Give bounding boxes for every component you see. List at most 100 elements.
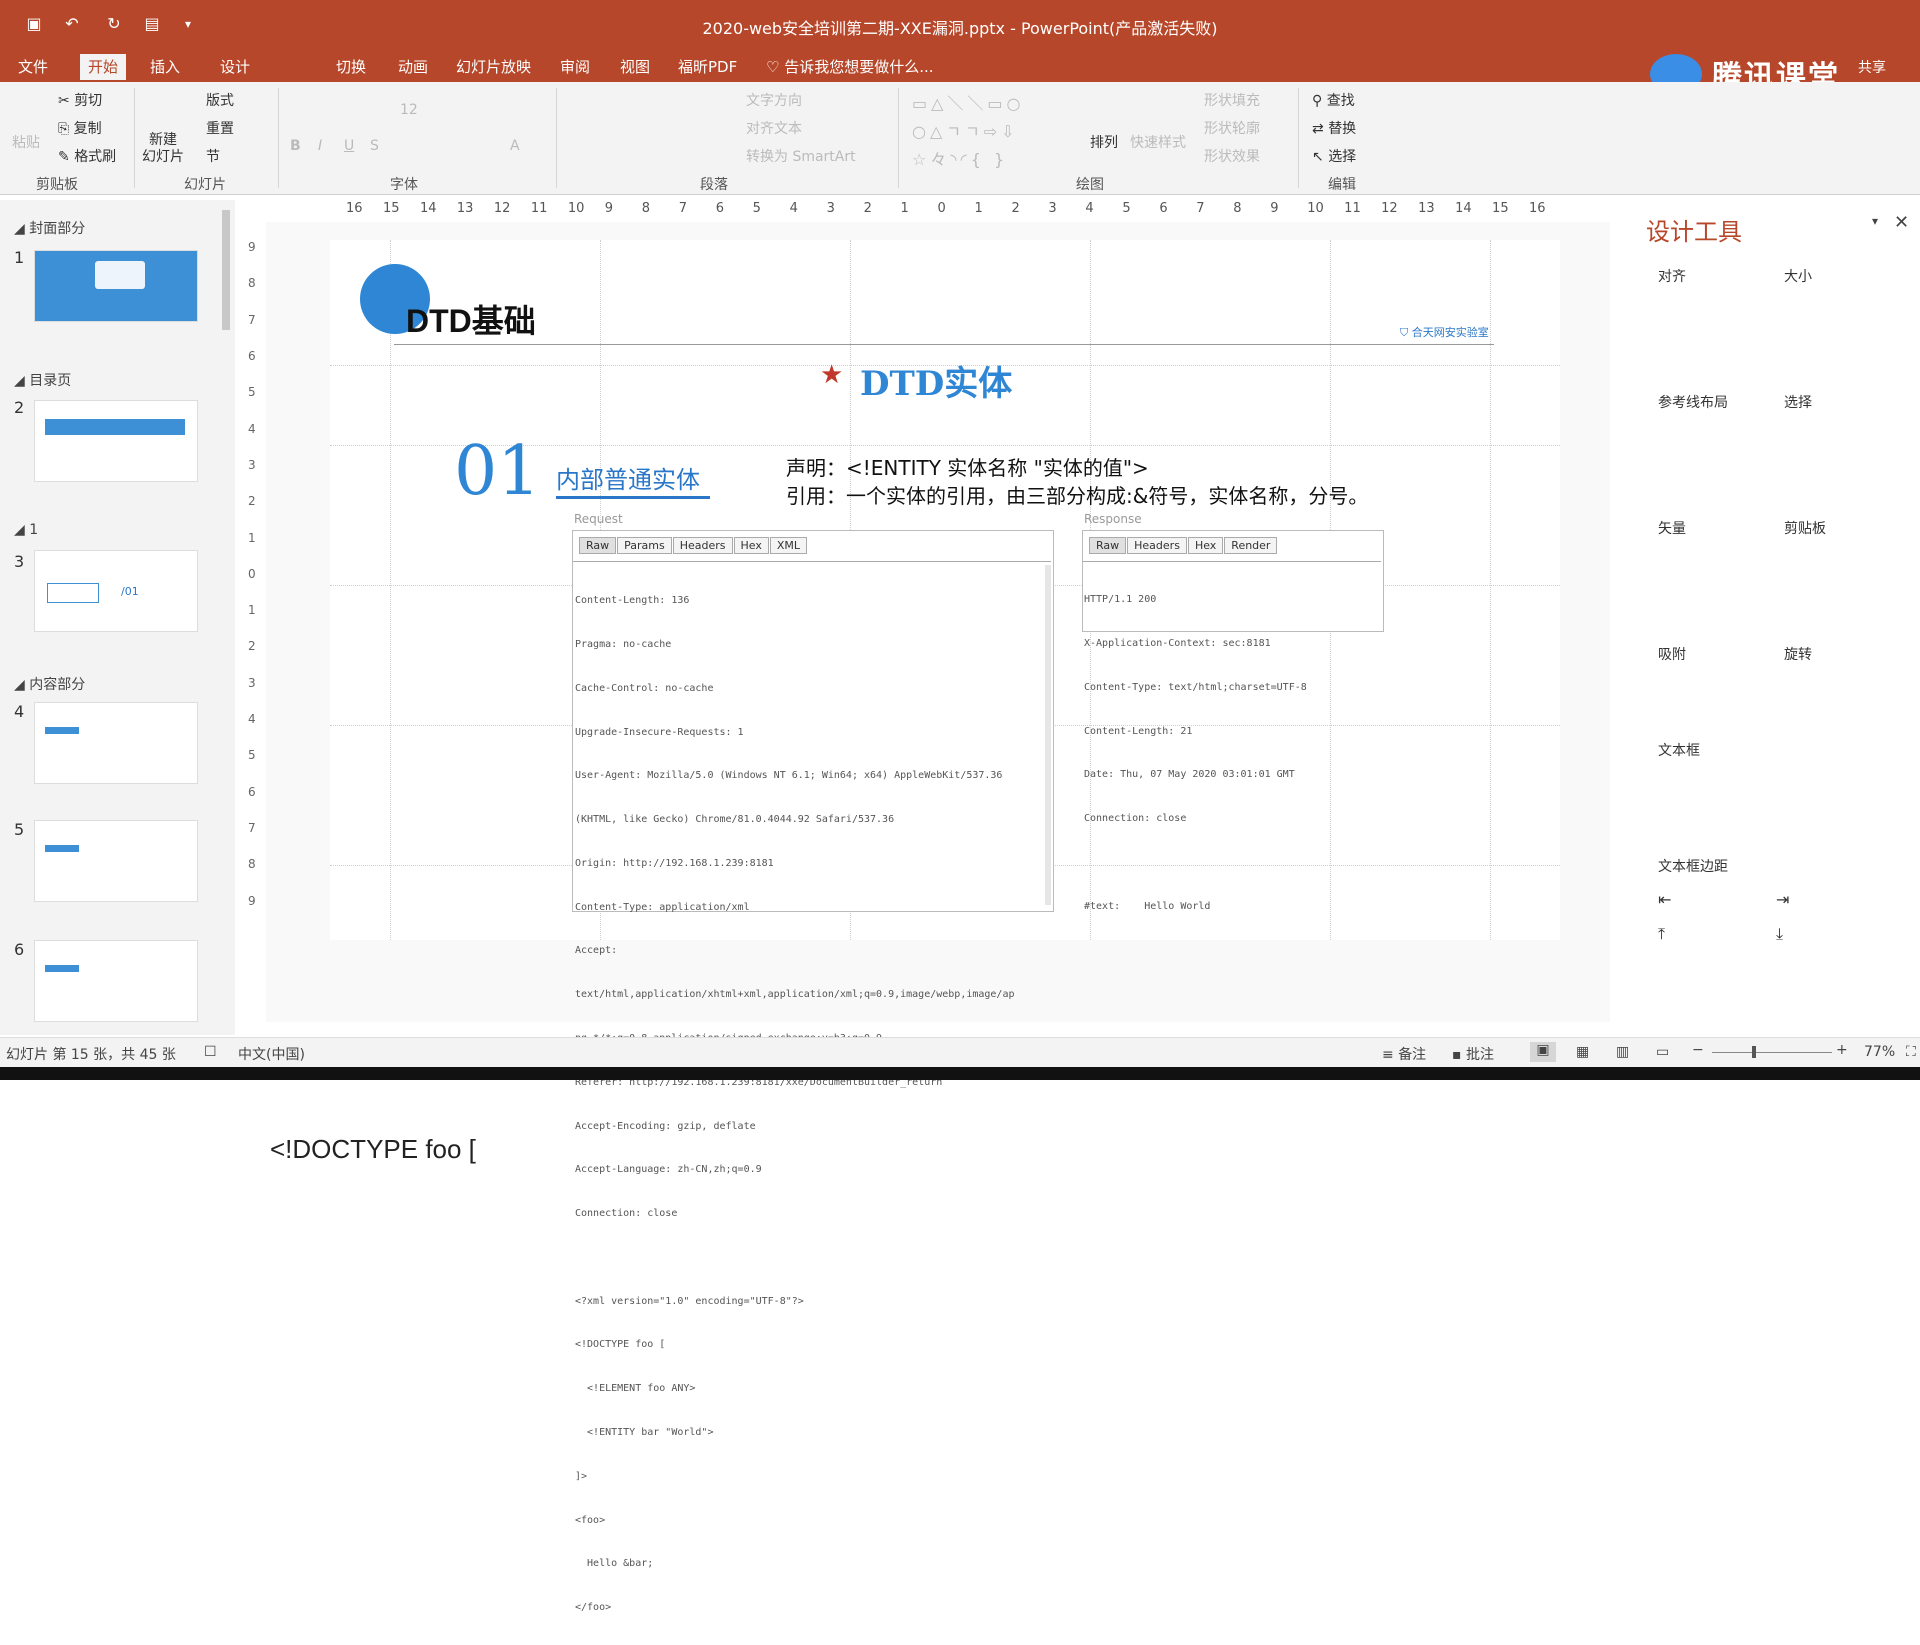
shapes-gallery[interactable]: ▭△＼＼▭○ <box>912 90 1025 114</box>
align-top-edge-icon[interactable]: ⤒ <box>1658 924 1665 944</box>
select-button[interactable]: ↖ 选择 <box>1312 146 1356 166</box>
text-direction-button[interactable]: 文字方向 <box>746 90 802 110</box>
request-tab-hex[interactable]: Hex <box>733 537 769 554</box>
notes-button[interactable]: ≡ 备注 <box>1382 1044 1426 1064</box>
slide-thumbnail-5[interactable] <box>34 820 198 902</box>
zoom-slider-track[interactable] <box>1712 1052 1832 1053</box>
tell-me-search[interactable]: ♡ 告诉我您想要做什么... <box>766 56 934 77</box>
copy-button[interactable]: ⎘ 复制 <box>58 118 102 138</box>
vector-button[interactable]: 矢量 <box>1658 518 1686 538</box>
declaration-text[interactable]: 声明：<!ENTITY 实体名称 "实体的值"> <box>786 452 1149 481</box>
slide-thumbnail-2[interactable] <box>34 400 198 482</box>
fit-slide-icon[interactable]: ⛶ <box>1906 1044 1916 1060</box>
tab-review[interactable]: 审阅 <box>560 56 590 77</box>
slide-thumbnail-6[interactable] <box>34 940 198 1022</box>
comments-button[interactable]: ▪ 批注 <box>1452 1044 1494 1064</box>
close-icon[interactable]: ✕ <box>1894 212 1909 233</box>
thumbnails-scrollbar[interactable] <box>222 210 230 330</box>
shape-fill-button[interactable]: 形状填充 <box>1204 90 1260 110</box>
paste-button[interactable]: 粘贴 <box>12 132 40 152</box>
normal-view-icon[interactable]: ▣ <box>1530 1042 1556 1062</box>
response-tab-raw[interactable]: Raw <box>1089 537 1127 554</box>
reset-button[interactable]: 重置 <box>206 118 234 138</box>
shapes-gallery-row3[interactable]: ☆々◝◜{ } <box>912 146 1008 170</box>
layout-button[interactable]: 版式 <box>206 90 234 110</box>
section-number[interactable]: 01 <box>454 432 541 511</box>
shape-outline-button[interactable]: 形状轮廓 <box>1204 118 1260 138</box>
section-toc[interactable]: ◢ 目录页 <box>14 370 71 390</box>
response-body[interactable]: HTTP/1.1 200 X-Application-Context: sec:… <box>1084 564 1307 943</box>
reference-text[interactable]: 引用：一个实体的引用，由三部分构成:&符号，实体名称，分号。 <box>786 480 1368 509</box>
slideshow-icon[interactable]: ▭ <box>1656 1044 1669 1060</box>
slide-thumbnail-4[interactable] <box>34 702 198 784</box>
tab-design[interactable]: 设计 <box>220 56 250 77</box>
spellcheck-icon[interactable]: ☐ <box>204 1044 217 1060</box>
select-pane-button[interactable]: 选择 <box>1784 392 1812 412</box>
align-left-edge-icon[interactable]: ⇤ <box>1658 890 1671 909</box>
find-button[interactable]: ⚲ 查找 <box>1312 90 1355 110</box>
slide-header[interactable]: DTD基础 <box>406 296 536 342</box>
new-slide-button[interactable]: 新建 幻灯片 <box>142 132 184 166</box>
underline-button[interactable]: U <box>344 138 354 154</box>
size-button[interactable]: 大小 <box>1784 266 1812 286</box>
section-cover[interactable]: ◢ 封面部分 <box>14 218 85 238</box>
zoom-out-button[interactable]: − <box>1692 1042 1704 1058</box>
shadow-button[interactable]: S <box>370 138 379 154</box>
zoom-in-button[interactable]: + <box>1836 1042 1848 1058</box>
share-button[interactable]: 共享 <box>1858 57 1886 77</box>
convert-smartart-button[interactable]: 转换为 SmartArt <box>746 146 856 166</box>
tab-transitions[interactable]: 切换 <box>336 56 366 77</box>
slide-sorter-icon[interactable]: ▦ <box>1576 1044 1589 1060</box>
tab-file[interactable]: 文件 <box>18 56 48 77</box>
shape-effects-button[interactable]: 形状效果 <box>1204 146 1260 166</box>
request-scrollbar[interactable] <box>1045 565 1051 905</box>
cut-button[interactable]: ✂ 剪切 <box>58 90 102 110</box>
tab-animations[interactable]: 动画 <box>398 56 428 77</box>
slide-counter[interactable]: 幻灯片 第 15 张，共 45 张 <box>6 1044 176 1064</box>
replace-button[interactable]: ⇄ 替换 <box>1312 118 1356 138</box>
align-right-edge-icon[interactable]: ⇥ <box>1776 890 1789 909</box>
tab-home[interactable]: 开始 <box>80 54 127 80</box>
request-tab-raw[interactable]: Raw <box>579 537 617 554</box>
slide-subtitle[interactable]: DTD实体 <box>860 356 1012 405</box>
tab-insert[interactable]: 插入 <box>150 56 180 77</box>
section-1[interactable]: ◢ 1 <box>14 522 38 538</box>
response-tab-render[interactable]: Render <box>1224 537 1278 554</box>
slide-thumbnail-3[interactable]: /01 <box>34 550 198 632</box>
chevron-down-icon[interactable]: ▾ <box>1872 214 1878 228</box>
response-tab-hex[interactable]: Hex <box>1187 537 1224 554</box>
snap-button[interactable]: 吸附 <box>1658 644 1686 664</box>
quick-styles-button[interactable]: 快速样式 <box>1130 132 1186 152</box>
section-button[interactable]: 节 <box>206 146 220 166</box>
section-content[interactable]: ◢ 内容部分 <box>14 674 85 694</box>
section-title[interactable]: 内部普通实体 <box>556 460 700 495</box>
font-color-button[interactable]: A <box>510 138 520 154</box>
slide-thumbnail-1[interactable] <box>34 250 198 322</box>
arrange-button[interactable]: 排列 <box>1090 132 1118 152</box>
align-button[interactable]: 对齐 <box>1658 266 1686 286</box>
response-tab-headers[interactable]: Headers <box>1127 537 1187 554</box>
guide-layout-button[interactable]: 参考线布局 <box>1658 392 1728 412</box>
font-size-box[interactable]: 12 <box>400 102 418 118</box>
italic-button[interactable]: I <box>318 138 322 154</box>
tab-slideshow[interactable]: 幻灯片放映 <box>456 56 531 77</box>
zoom-slider-thumb[interactable] <box>1752 1046 1756 1058</box>
reading-view-icon[interactable]: ▥ <box>1616 1044 1629 1060</box>
align-bottom-edge-icon[interactable]: ⤓ <box>1776 924 1783 944</box>
language-indicator[interactable]: 中文(中国) <box>238 1044 305 1064</box>
bold-button[interactable]: B <box>290 138 301 154</box>
textbox-button[interactable]: 文本框 <box>1658 740 1700 760</box>
clipboard-pane-button[interactable]: 剪贴板 <box>1784 518 1826 538</box>
request-tab-xml[interactable]: XML <box>769 537 808 554</box>
zoom-level[interactable]: 77% <box>1864 1044 1895 1060</box>
rotate-button[interactable]: 旋转 <box>1784 644 1812 664</box>
request-tab-headers[interactable]: Headers <box>672 537 733 554</box>
request-tab-params[interactable]: Params <box>617 537 672 554</box>
tab-view[interactable]: 视图 <box>620 56 650 77</box>
align-text-button[interactable]: 对齐文本 <box>746 118 802 138</box>
textbox-margin-button[interactable]: 文本框边距 <box>1658 856 1728 876</box>
notes-preview[interactable]: <?xml version="1.0" encoding="UTF-8"?> <… <box>270 962 751 1200</box>
shapes-gallery-row2[interactable]: ○△ㄱㄱ⇨⇩ <box>912 118 1019 142</box>
format-painter-button[interactable]: ✎ 格式刷 <box>58 146 116 166</box>
tab-foxit-pdf[interactable]: 福昕PDF <box>678 56 737 77</box>
